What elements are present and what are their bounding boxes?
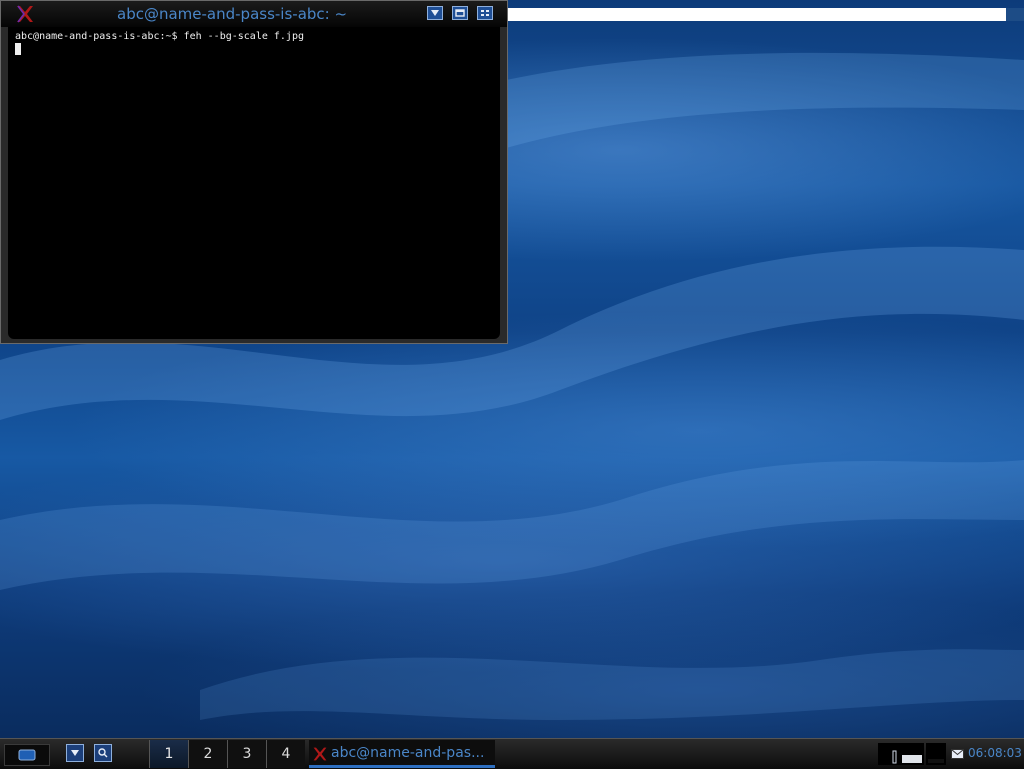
battery-icon	[902, 755, 922, 763]
background-window-strip	[508, 8, 1006, 21]
network-icon	[928, 759, 944, 763]
search-icon	[98, 748, 108, 758]
terminal-window[interactable]: abc@name-and-pass-is-abc: ~ abc@name-and…	[0, 0, 508, 344]
desktop-1-button[interactable]: 1	[149, 740, 188, 768]
x-logo-icon	[313, 747, 327, 761]
taskbar-task-terminal[interactable]: abc@name-and-pas...	[309, 740, 495, 768]
task-label: abc@name-and-pas...	[331, 745, 485, 761]
terminal-cursor	[15, 43, 21, 55]
app-menu-button[interactable]	[4, 744, 50, 766]
terminal-area[interactable]: abc@name-and-pass-is-abc:~$ feh --bg-sca…	[8, 27, 500, 339]
desktop-2-button[interactable]: 2	[188, 740, 227, 768]
tray-volume[interactable]	[878, 743, 900, 765]
desktop-1-label: 1	[164, 746, 174, 762]
window-titlebar[interactable]: abc@name-and-pass-is-abc: ~	[1, 1, 507, 27]
desktop-4-label: 4	[281, 746, 291, 762]
terminal-prompt-line: abc@name-and-pass-is-abc:~$ feh --bg-sca…	[15, 31, 304, 42]
close-button[interactable]	[477, 6, 493, 20]
menu-icon	[18, 749, 36, 761]
mail-icon[interactable]	[951, 749, 964, 759]
tray-network[interactable]	[926, 743, 946, 765]
search-button[interactable]	[94, 744, 112, 762]
tray-battery[interactable]	[900, 743, 924, 765]
desktop-3-button[interactable]: 3	[227, 740, 266, 768]
window-title: abc@name-and-pass-is-abc: ~	[117, 5, 348, 23]
window-list-button[interactable]	[66, 744, 84, 762]
background-window-strip-end	[1006, 8, 1024, 21]
minimize-icon	[431, 10, 439, 16]
desktop-2-label: 2	[203, 746, 213, 762]
close-icon	[481, 10, 489, 16]
volume-icon	[892, 750, 897, 764]
minimize-button[interactable]	[427, 6, 443, 20]
desktop-4-button[interactable]: 4	[266, 740, 305, 768]
chevron-down-icon	[71, 750, 79, 756]
clock[interactable]: 06:08:03	[968, 746, 1022, 760]
x-logo-icon[interactable]	[15, 4, 35, 24]
taskbar: 1 2 3 4 abc@name-and-pas... 06:08:03	[0, 738, 1024, 769]
maximize-icon	[455, 9, 465, 17]
maximize-button[interactable]	[452, 6, 468, 20]
desktop-3-label: 3	[242, 746, 252, 762]
